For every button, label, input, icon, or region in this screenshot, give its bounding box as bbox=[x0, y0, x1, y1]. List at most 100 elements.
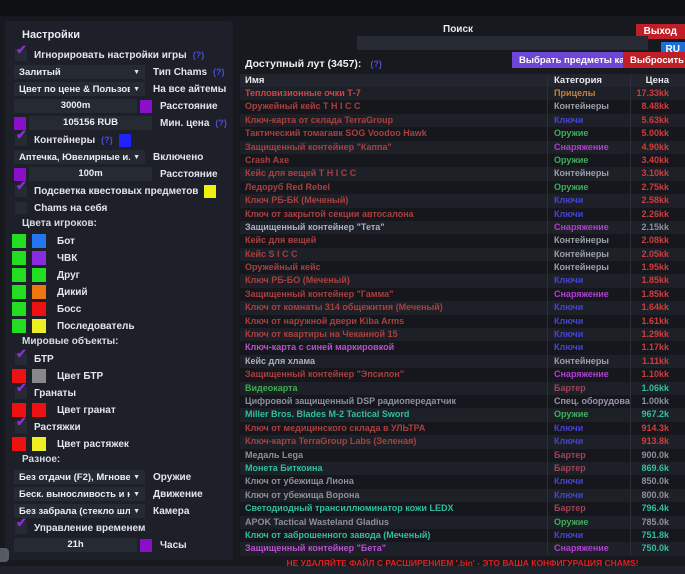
loot-row[interactable]: Ключ от заброшенного завода (Меченый)Клю… bbox=[240, 529, 685, 542]
color-swatch[interactable] bbox=[32, 403, 46, 417]
drop-all-button[interactable]: Выбросить все bbox=[623, 52, 685, 68]
dropdown[interactable]: Без отдачи (F2), Мгновенное п▼ bbox=[14, 470, 145, 484]
loot-row[interactable]: Кейс для вещей T H I C CКонтейнеры3.10kk bbox=[240, 167, 685, 180]
loot-row[interactable]: Miller Bros. Blades M-2 Tactical SwordОр… bbox=[240, 408, 685, 421]
item-price: 913.8k bbox=[630, 435, 685, 448]
color-swatch[interactable] bbox=[32, 268, 46, 282]
value-input[interactable]: 21h bbox=[14, 538, 137, 552]
dropdown[interactable]: Залитый▼ bbox=[14, 65, 145, 79]
search-input[interactable] bbox=[357, 36, 648, 50]
check-row: ✔Управление временем bbox=[15, 521, 233, 535]
loot-row[interactable]: Ключ от квартиры на Чеканной 15Ключи1.29… bbox=[240, 328, 685, 341]
checkbox[interactable]: ✔ bbox=[15, 185, 27, 197]
color-swatch[interactable] bbox=[12, 268, 26, 282]
loot-row[interactable]: Защищенный контейнер "Эпсилон"Снаряжение… bbox=[240, 368, 685, 381]
item-price: 8.48kk bbox=[630, 100, 685, 113]
dropdown[interactable]: Без забрала (стекло шлема)▼ bbox=[14, 504, 145, 518]
color-swatch[interactable] bbox=[32, 251, 46, 265]
checkbox[interactable]: ✔ bbox=[15, 522, 27, 534]
loot-row[interactable]: Защищенный контейнер "Гамма"Снаряжение1.… bbox=[240, 288, 685, 301]
color-swatch[interactable] bbox=[119, 134, 131, 147]
loot-row[interactable]: Ключ-карта от склада TerraGroupКлючи5.63… bbox=[240, 114, 685, 127]
loot-row[interactable]: Ключ от комнаты 314 общежития (Меченый)К… bbox=[240, 301, 685, 314]
loot-row[interactable]: Защищенный контейнер "Тета"Снаряжение2.1… bbox=[240, 221, 685, 234]
color-swatch[interactable] bbox=[32, 285, 46, 299]
checkbox[interactable]: ✔ bbox=[15, 421, 27, 433]
loot-row[interactable]: Кейс S I C CКонтейнеры2.05kk bbox=[240, 248, 685, 261]
checkbox[interactable]: ✔ bbox=[15, 49, 27, 61]
color-swatch[interactable] bbox=[204, 185, 216, 198]
loot-row[interactable]: Ключ от убежища ЛионаКлючи850.0k bbox=[240, 475, 685, 488]
color-swatch[interactable] bbox=[12, 285, 26, 299]
item-name: Ключ-карта TerraGroup Labs (Зеленая) bbox=[240, 435, 547, 448]
value-input[interactable]: 100m bbox=[29, 167, 152, 181]
color-swatch[interactable] bbox=[12, 234, 26, 248]
help-icon[interactable]: (?) bbox=[101, 135, 113, 145]
color-swatch[interactable] bbox=[12, 302, 26, 316]
dropdown[interactable]: Беск. выносливость и нет уста▼ bbox=[14, 487, 145, 501]
loot-row[interactable]: Ключ РБ-БО (Меченый)Ключи1.85kk bbox=[240, 274, 685, 287]
dropdown[interactable]: Цвет по цене & Пользователь▼ bbox=[14, 82, 145, 96]
loot-row[interactable]: Цифровой защищенный DSP радиопередатчикС… bbox=[240, 395, 685, 408]
column-header-category[interactable]: Категория bbox=[547, 74, 630, 87]
help-icon[interactable]: (?) bbox=[213, 67, 225, 77]
checkbox[interactable]: ✔ bbox=[15, 353, 27, 365]
help-icon[interactable]: (?) bbox=[193, 50, 205, 60]
loot-row[interactable]: Тепловизионные очки Т-7Прицелы17.33kk bbox=[240, 87, 685, 100]
item-name: Монета Биткоина bbox=[240, 462, 547, 475]
loot-row[interactable]: Ключ от закрытой секции автосалонаКлючи2… bbox=[240, 208, 685, 221]
item-category: Снаряжение bbox=[547, 141, 630, 154]
loot-row[interactable]: Защищенный контейнер "Каппа"Снаряжение4.… bbox=[240, 141, 685, 154]
loot-row[interactable]: Оружейный кейсКонтейнеры1.95kk bbox=[240, 261, 685, 274]
checkbox[interactable]: ✔ bbox=[15, 387, 27, 399]
item-category: Снаряжение bbox=[547, 368, 630, 381]
color-swatch[interactable] bbox=[32, 234, 46, 248]
item-category: Ключи bbox=[547, 328, 630, 341]
item-category: Бартер bbox=[547, 502, 630, 515]
color-swatch[interactable] bbox=[32, 302, 46, 316]
column-header-name[interactable]: Имя bbox=[240, 74, 547, 87]
item-category: Ключи bbox=[547, 301, 630, 314]
item-price: 5.00kk bbox=[630, 127, 685, 140]
color-pair-row: Друг bbox=[12, 268, 233, 282]
value-input[interactable]: 3000m bbox=[14, 99, 137, 113]
color-swatch[interactable] bbox=[140, 100, 152, 113]
loot-row[interactable]: Кейс для вещейКонтейнеры2.08kk bbox=[240, 234, 685, 247]
loot-row[interactable]: Светодиодный трансиллюминатор кожи LEDXБ… bbox=[240, 502, 685, 515]
color-swatch[interactable] bbox=[12, 437, 26, 451]
loot-row[interactable]: ВидеокартаБартер1.06kk bbox=[240, 382, 685, 395]
color-swatch[interactable] bbox=[32, 437, 46, 451]
loot-row[interactable]: Ключ-карта TerraGroup Labs (Зеленая)Ключ… bbox=[240, 435, 685, 448]
color-swatch[interactable] bbox=[140, 539, 152, 552]
loot-row[interactable]: Защищенный контейнер "Бета"Снаряжение750… bbox=[240, 542, 685, 555]
color-swatch[interactable] bbox=[32, 369, 46, 383]
loot-row[interactable]: Тактический томагавк SOG Voodoo HawkОруж… bbox=[240, 127, 685, 140]
loot-row[interactable]: Оружейный кейс T H I C CКонтейнеры8.48kk bbox=[240, 100, 685, 113]
help-icon[interactable]: (?) bbox=[370, 59, 382, 69]
column-header-price[interactable]: Цена bbox=[630, 74, 685, 87]
chevron-down-icon: ▼ bbox=[133, 508, 140, 515]
input-label: Мин. цена bbox=[160, 118, 209, 129]
checkbox[interactable] bbox=[15, 202, 27, 214]
color-swatch[interactable] bbox=[32, 319, 46, 333]
loot-row[interactable]: Ключ от медицинского склада в УЛЬТРАКлюч… bbox=[240, 422, 685, 435]
loot-row[interactable]: Crash AxeОружие3.40kk bbox=[240, 154, 685, 167]
loot-row[interactable]: Кейс для хламаКонтейнеры1.11kk bbox=[240, 355, 685, 368]
checkmark-icon: ✔ bbox=[16, 128, 27, 142]
value-input[interactable]: 105156 RUB bbox=[29, 116, 152, 130]
loot-row[interactable]: Ключ от наружной двери Kiba ArmsКлючи1.6… bbox=[240, 315, 685, 328]
checkbox[interactable]: ✔ bbox=[15, 134, 27, 146]
item-name: Ключ РБ-БО (Меченый) bbox=[240, 274, 547, 287]
item-category: Снаряжение bbox=[547, 542, 630, 555]
loot-row[interactable]: Монета БиткоинаБартер869.6k bbox=[240, 462, 685, 475]
loot-row[interactable]: Ключ от убежища ВоронаКлючи800.0k bbox=[240, 489, 685, 502]
color-swatch[interactable] bbox=[12, 251, 26, 265]
dropdown[interactable]: Аптечка, Ювелирные и...▼ bbox=[14, 150, 145, 164]
help-icon[interactable]: (?) bbox=[215, 118, 227, 128]
loot-row[interactable]: APOK Tactical Wasteland GladiusОружие785… bbox=[240, 516, 685, 529]
loot-row[interactable]: Ключ-карта с синей маркировкойКлючи1.17k… bbox=[240, 341, 685, 354]
loot-row[interactable]: Медаль LegaБартер900.0k bbox=[240, 449, 685, 462]
color-swatch[interactable] bbox=[12, 319, 26, 333]
loot-row[interactable]: Ключ РБ-БК (Меченый)Ключи2.58kk bbox=[240, 194, 685, 207]
loot-row[interactable]: Ледоруб Red RebelОружие2.75kk bbox=[240, 181, 685, 194]
